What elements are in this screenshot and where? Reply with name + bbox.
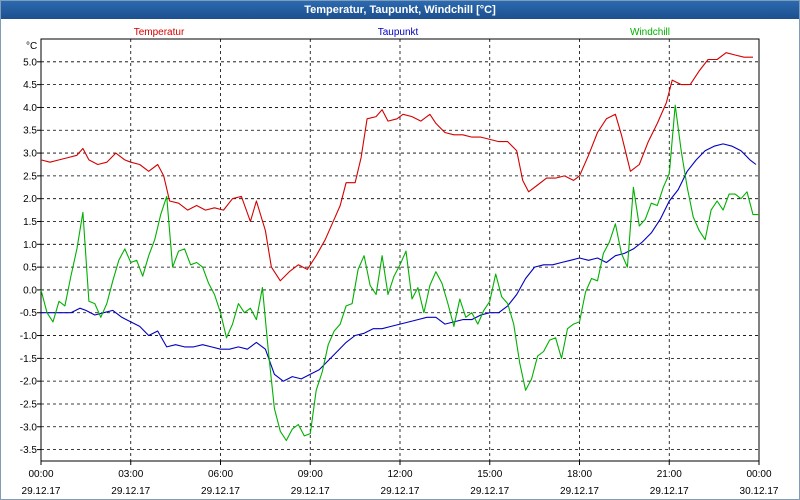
y-tick-label: 0.5 <box>23 263 37 274</box>
x-tick-time-label: 06:00 <box>208 469 233 480</box>
y-tick-label: 4.0 <box>23 103 37 114</box>
x-tick-date-label: 29.12.17 <box>381 486 420 497</box>
series-line-temperatur <box>40 52 753 282</box>
legend-entry-temperatur: Temperatur <box>134 27 185 38</box>
y-tick-label: 5.0 <box>23 57 37 68</box>
y-tick-label: 1.5 <box>23 217 37 228</box>
x-tick-date-label: 29.12.17 <box>291 486 330 497</box>
y-tick-label: -2.0 <box>20 377 38 388</box>
x-tick-date-label: 29.12.17 <box>470 486 509 497</box>
y-tick-label: 4.5 <box>23 80 37 91</box>
x-tick-time-label: 09:00 <box>298 469 323 480</box>
x-tick-time-label: 00:00 <box>746 469 771 480</box>
x-tick-time-label: 00:00 <box>28 469 53 480</box>
chart-canvas: -3.5 -3.0 -2.5 -2.0 -1.5 -1.0 -0.5 0.0 0.5 1.0 1.5… <box>20 27 779 497</box>
x-tick-time-label: 18:00 <box>567 469 592 480</box>
y-tick-label: 2.5 <box>23 171 37 182</box>
grid <box>41 39 759 461</box>
x-tick-date-label: 29.12.17 <box>650 486 689 497</box>
x-tick-date-label: 30.12.17 <box>740 486 779 497</box>
axes <box>37 38 760 465</box>
y-tick-label: 0.0 <box>23 285 37 296</box>
x-tick-date-label: 29.12.17 <box>22 486 61 497</box>
x-tick-time-label: 21:00 <box>657 469 682 480</box>
legend-entry-taupunkt: Taupunkt <box>378 27 419 38</box>
y-tick-label: 3.5 <box>23 126 37 137</box>
x-tick-time-label: 15:00 <box>477 469 502 480</box>
x-tick-date-label: 29.12.17 <box>111 486 150 497</box>
y-tick-label: -3.5 <box>20 445 38 456</box>
y-tick-label: -1.0 <box>20 331 38 342</box>
x-tick-time-label: 03:00 <box>118 469 143 480</box>
y-tick-label: 3.0 <box>23 149 37 160</box>
chart-window: Temperatur, Taupunkt, Windchill [°C] -3.… <box>0 0 800 500</box>
y-tick-label: -3.0 <box>20 422 38 433</box>
y-tick-label: -0.5 <box>20 308 38 319</box>
y-tick-label: -1.5 <box>20 354 38 365</box>
y-axis-unit: °C <box>26 41 37 52</box>
x-tick-time-label: 12:00 <box>387 469 412 480</box>
y-tick-label: -2.5 <box>20 399 38 410</box>
x-tick-date-label: 29.12.17 <box>201 486 240 497</box>
y-tick-label: 2.0 <box>23 194 37 205</box>
legend-entry-windchill: Windchill <box>630 27 670 38</box>
y-tick-label: 1.0 <box>23 240 37 251</box>
x-tick-date-label: 29.12.17 <box>560 486 599 497</box>
series-line-taupunkt <box>41 143 757 382</box>
